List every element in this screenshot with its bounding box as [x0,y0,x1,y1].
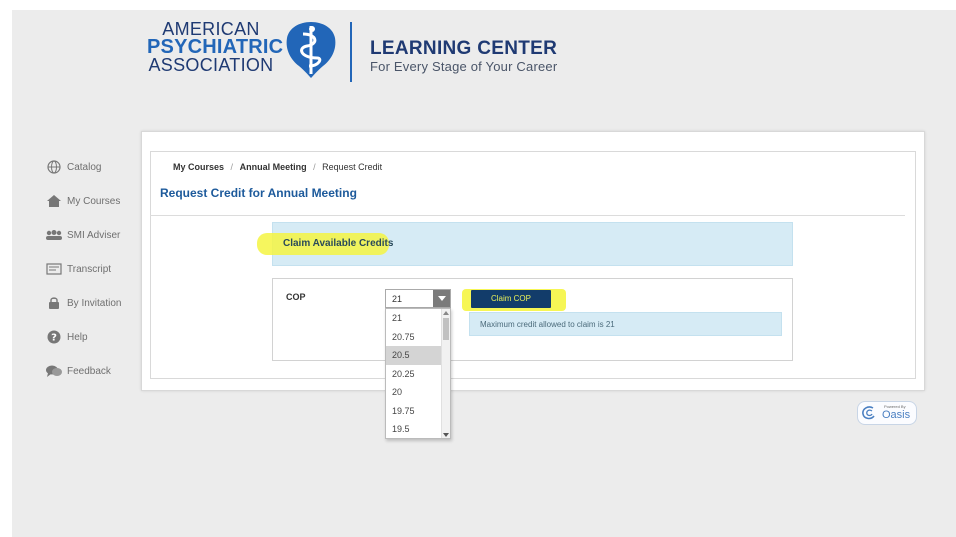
scrollbar-thumb[interactable] [443,318,449,340]
sidebar-item-label: Transcript [67,263,112,275]
scroll-down-icon[interactable] [443,433,449,437]
sidebar-item-label: By Invitation [67,297,122,309]
sidebar-item-label: Help [67,331,88,343]
question-icon: ? [45,329,63,345]
sidebar-item-by-invitation[interactable]: By Invitation [45,286,140,320]
sidebar-item-label: Catalog [67,161,102,173]
sidebar-item-catalog[interactable]: Catalog [45,150,140,184]
sidebar-item-transcript[interactable]: Transcript [45,252,140,286]
learning-center-subtitle: For Every Stage of Your Career [370,59,558,74]
sidebar-item-feedback[interactable]: Feedback [45,354,140,388]
transcript-icon [45,261,63,277]
org-line-2: PSYCHIATRIC [147,36,284,58]
divider [150,215,905,216]
breadcrumb-request-credit: Request Credit [322,162,383,172]
breadcrumb-annual-meeting[interactable]: Annual Meeting [240,162,307,172]
group-icon [45,227,63,243]
cop-credit-select[interactable]: 21 [385,289,451,308]
credit-dropdown-list: 21 20.75 20.5 20.25 20 19.75 19.5 [385,308,451,439]
house-icon [45,193,63,209]
oasis-swirl-icon [862,406,875,420]
apa-wordmark: AMERICAN PSYCHIATRIC ASSOCIATION [147,20,284,75]
breadcrumb-my-courses[interactable]: My Courses [173,162,224,172]
sidebar-item-label: SMI Adviser [67,229,121,241]
sidebar-item-my-courses[interactable]: My Courses [45,184,140,218]
org-line-3: ASSOCIATION [148,55,274,75]
apa-seal-icon [286,22,336,78]
dropdown-scrollbar[interactable] [441,309,450,438]
sidebar-item-help[interactable]: ? Help [45,320,140,354]
page-title: Request Credit for Annual Meeting [160,186,357,200]
breadcrumb-separator: / [230,162,234,172]
max-credit-info-text: Maximum credit allowed to claim is 21 [480,320,615,329]
globe-icon [45,159,63,175]
oasis-wordmark: Oasis [882,409,911,421]
chevron-down-icon[interactable] [433,290,450,307]
cop-label: COP [286,292,306,302]
sidebar-item-smi-adviser[interactable]: SMI Adviser [45,218,140,252]
sidebar-item-label: My Courses [67,195,121,207]
breadcrumb: My Courses / Annual Meeting / Request Cr… [173,162,382,172]
header-divider [350,22,352,82]
learning-center-title: LEARNING CENTER [370,38,558,59]
select-value: 21 [392,294,403,304]
oasis-logo[interactable]: Powered By Oasis [857,401,917,425]
sidebar: Catalog My Courses SMI Adviser Transcrip… [45,150,140,388]
scroll-up-icon[interactable] [443,311,449,315]
lock-icon [45,295,63,311]
svg-text:?: ? [51,333,57,344]
claim-banner-heading: Claim Available Credits [283,238,394,249]
claim-cop-button[interactable]: Claim COP [471,290,551,308]
sidebar-item-label: Feedback [67,365,111,377]
apa-logo[interactable]: AMERICAN PSYCHIATRIC ASSOCIATION LEARNIN… [147,20,597,90]
breadcrumb-separator: / [313,162,316,172]
chat-icon [45,363,63,379]
